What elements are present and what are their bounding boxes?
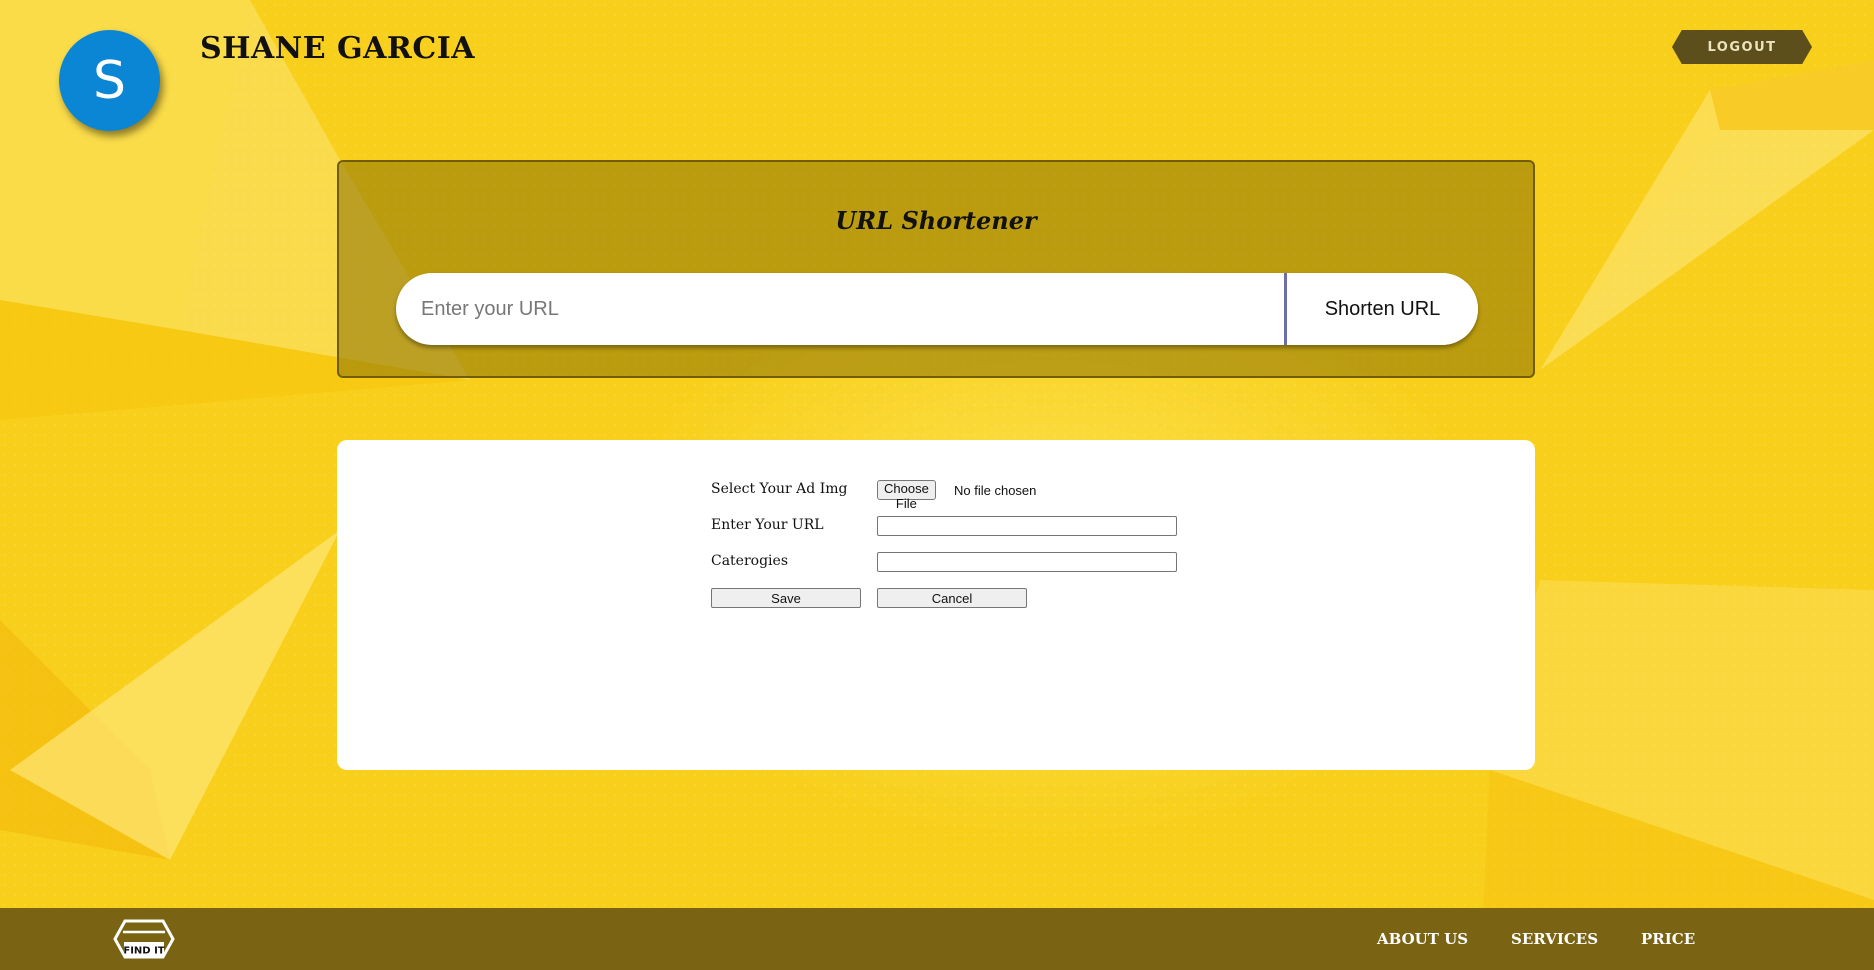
avatar-letter: S	[92, 50, 126, 111]
footer: FIND IT ABOUT US SERVICES PRICE	[0, 908, 1874, 970]
logo-text: FIND IT	[123, 946, 164, 957]
ad-url-label: Enter Your URL	[711, 517, 824, 533]
choose-file-button[interactable]: Choose File	[877, 480, 936, 511]
ad-form-card: Select Your Ad Img Choose File No file c…	[337, 440, 1535, 770]
shorten-url-button[interactable]: Shorten URL	[1287, 273, 1478, 345]
nav-services[interactable]: SERVICES	[1511, 930, 1598, 948]
categories-input[interactable]	[877, 552, 1177, 572]
user-name: SHANE GARCIA	[200, 31, 476, 66]
user-avatar-icon[interactable]: S	[59, 30, 160, 131]
nav-about-us[interactable]: ABOUT US	[1377, 930, 1468, 948]
ad-url-input[interactable]	[877, 516, 1177, 536]
logout-button[interactable]: LOGOUT	[1672, 30, 1812, 64]
url-bar: Shorten URL	[396, 273, 1478, 345]
url-shortener-panel: URL Shortener Shorten URL	[337, 160, 1535, 378]
url-input[interactable]	[396, 273, 1284, 345]
find-it-logo-icon[interactable]: FIND IT	[107, 918, 181, 960]
nav-price[interactable]: PRICE	[1641, 930, 1695, 948]
ad-image-label: Select Your Ad Img	[711, 481, 848, 497]
file-status: No file chosen	[954, 483, 1037, 498]
save-button[interactable]: Save	[711, 588, 861, 608]
categories-label: Caterogies	[711, 553, 788, 569]
shortener-title: URL Shortener	[835, 206, 1037, 235]
cancel-button[interactable]: Cancel	[877, 588, 1027, 608]
